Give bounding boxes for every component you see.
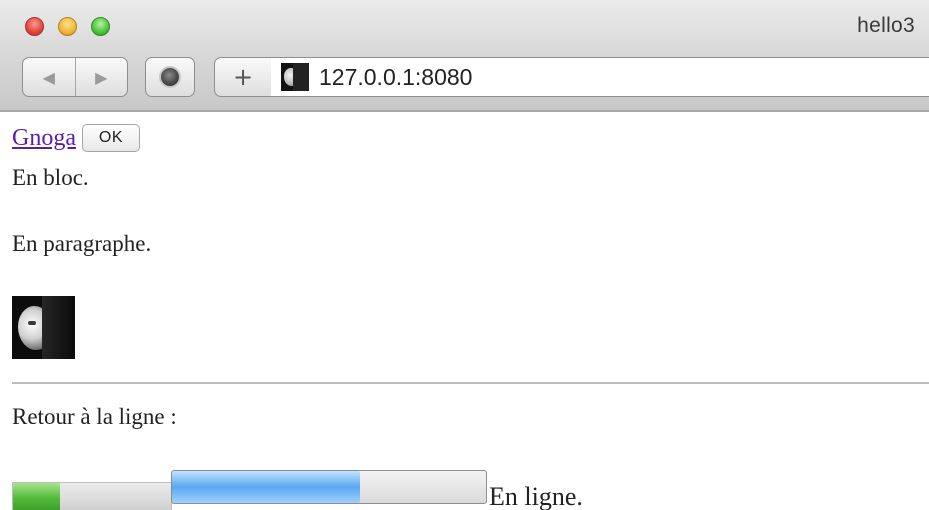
meter-bar (12, 482, 172, 510)
meter-fill (13, 483, 61, 510)
horizontal-rule (12, 382, 929, 384)
gnoga-link[interactable]: Gnoga (12, 125, 76, 152)
forward-arrow-icon: ▶ (95, 67, 108, 87)
site-favicon-icon (281, 63, 309, 91)
back-forward-group: ◀ ▶ (22, 57, 128, 97)
window-title: hello3 (857, 14, 915, 37)
portrait-image (12, 296, 75, 359)
ok-button[interactable]: OK (81, 124, 140, 152)
url-text[interactable]: 127.0.0.1:8080 (319, 64, 472, 91)
add-bookmark-button[interactable]: + (214, 57, 272, 97)
address-bar[interactable]: 127.0.0.1:8080 (271, 57, 929, 97)
paragraph-text: En paragraphe. (12, 231, 152, 256)
plus-icon: + (232, 63, 254, 91)
zoom-traffic-light-icon[interactable] (91, 17, 110, 36)
progress-fill (172, 471, 361, 503)
browser-toolbar: hello3 ◀ ▶ + 127.0.0.1:8080 (0, 0, 929, 112)
close-traffic-light-icon[interactable] (25, 17, 44, 36)
bloc-text: En bloc. (12, 165, 89, 190)
back-arrow-icon: ◀ (42, 67, 55, 87)
progress-bar (171, 470, 487, 504)
inline-text: En ligne. (489, 482, 583, 510)
forward-button[interactable]: ▶ (74, 58, 128, 96)
stop-icon (159, 66, 181, 88)
minimize-traffic-light-icon[interactable] (58, 17, 77, 36)
link-row: Gnoga OK (12, 123, 140, 153)
back-button[interactable]: ◀ (23, 58, 75, 96)
stop-button[interactable] (145, 57, 195, 97)
line-break-text: Retour à la ligne : (12, 404, 177, 429)
